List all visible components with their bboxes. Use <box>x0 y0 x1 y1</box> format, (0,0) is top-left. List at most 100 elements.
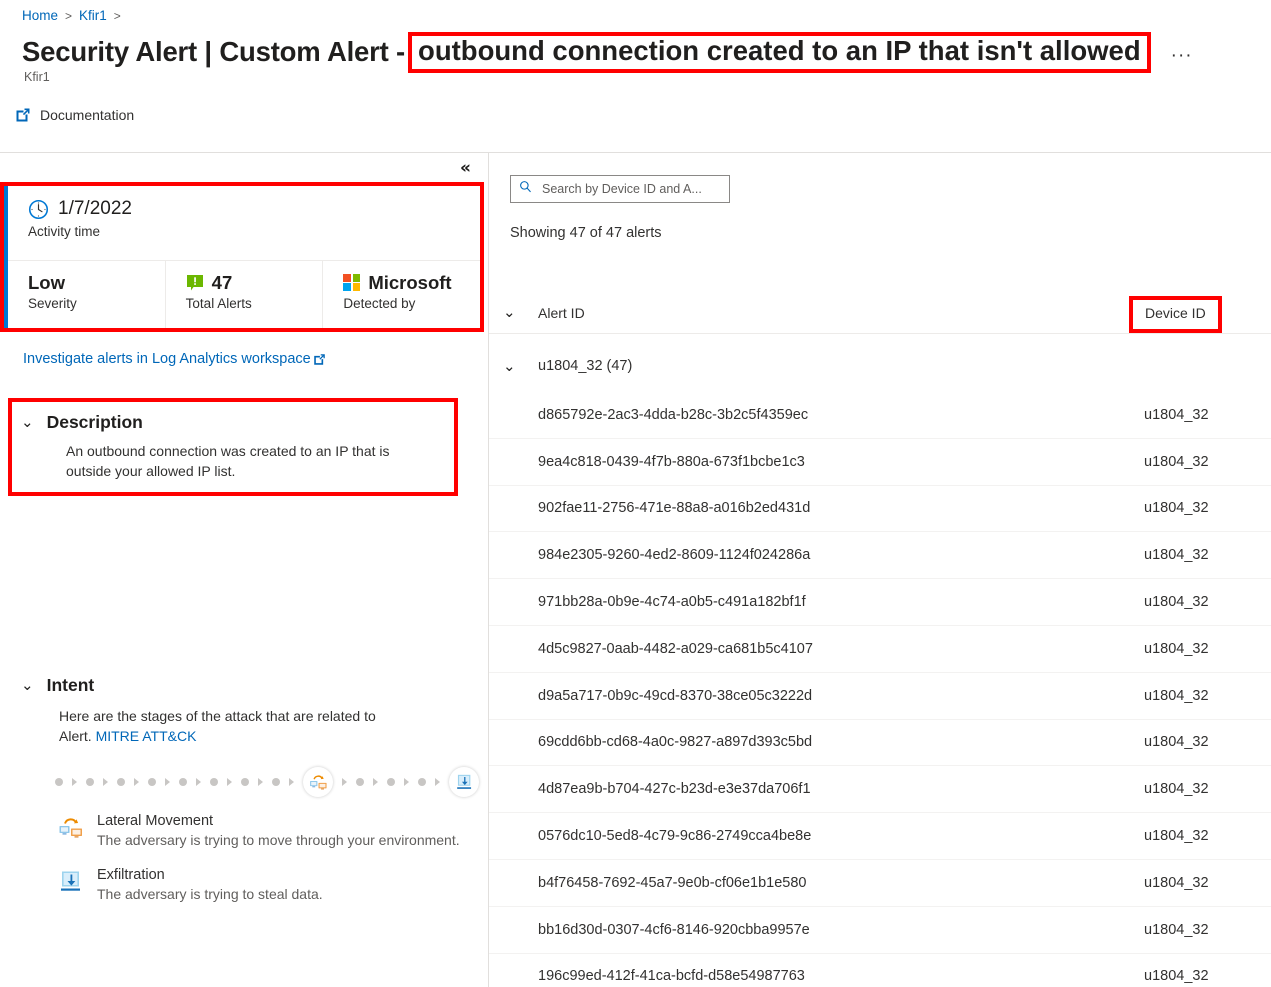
page-title-highlight: outbound connection created to an IP tha… <box>408 32 1151 73</box>
kill-chain-dot <box>418 778 426 786</box>
summary-card-highlight: 1/7/2022 Activity time Low Severity 47 T… <box>0 182 484 332</box>
activity-time-caption: Activity time <box>28 224 101 239</box>
description-section-highlight: ⌄ Description An outbound connection was… <box>8 398 458 496</box>
investigate-alerts-link[interactable]: Investigate alerts in Log Analytics work… <box>23 351 326 370</box>
cell-alert-id: 9ea4c818-0439-4f7b-880a-673f1bcbe1c3 <box>538 453 805 470</box>
kill-chain-arrow-icon <box>72 778 77 786</box>
intent-item-name: Lateral Movement <box>97 813 214 829</box>
lateral-movement-icon <box>58 815 84 841</box>
kill-chain-node-exfiltration-icon[interactable] <box>449 767 479 797</box>
cell-alert-id: 971bb28a-0b9e-4c74-a0b5-c491a182bf1f <box>538 594 806 611</box>
description-body: An outbound connection was created to an… <box>66 443 390 480</box>
chevron-down-icon[interactable]: ⌄ <box>21 678 34 693</box>
kill-chain-dot <box>387 778 395 786</box>
group-label: u1804_32 (47) <box>538 358 633 374</box>
cell-alert-id: 4d87ea9b-b704-427c-b23d-e3e37da706f1 <box>538 781 811 798</box>
severity-caption: Severity <box>28 296 77 312</box>
column-header-device-id[interactable]: Device ID <box>1145 305 1206 321</box>
severity-cell: Low Severity <box>8 261 166 328</box>
breadcrumb: Home > Kfir1 > <box>22 8 121 23</box>
cell-device-id: u1804_32 <box>1144 781 1209 798</box>
search-box[interactable] <box>510 175 730 203</box>
intent-section: ⌄ Intent Here are the stages of the atta… <box>21 675 461 747</box>
intent-body: Here are the stages of the attack that a… <box>59 706 409 747</box>
cell-device-id: u1804_32 <box>1144 734 1209 751</box>
breadcrumb-separator-icon: > <box>65 8 73 23</box>
kill-chain-dot <box>210 778 218 786</box>
table-row[interactable]: 69cdd6bb-cd68-4a0c-9827-a897d393c5bd u180… <box>489 720 1271 767</box>
activity-time-value: 1/7/2022 <box>58 198 132 219</box>
cell-alert-id: 196c99ed-412f-41ca-bcfd-d58e54987763 <box>538 968 805 985</box>
mitre-attack-link[interactable]: MITRE ATT&CK <box>96 728 197 744</box>
table-row[interactable]: 4d87ea9b-b704-427c-b23d-e3e37da706f1 u180… <box>489 766 1271 814</box>
table-row[interactable]: 971bb28a-0b9e-4c74-a0b5-c491a182bf1f u180… <box>489 579 1271 626</box>
search-input[interactable] <box>540 181 721 197</box>
kill-chain-node-lateral-movement-icon[interactable] <box>303 767 333 797</box>
documentation-button[interactable]: Documentation <box>15 107 134 123</box>
cell-device-id: u1804_32 <box>1144 687 1209 704</box>
cell-alert-id: 902fae11-2756-471e-88a8-a016b2ed431d <box>538 500 811 517</box>
table-row[interactable]: 9ea4c818-0439-4f7b-880a-673f1bcbe1c3 u180… <box>489 439 1271 486</box>
external-link-icon <box>15 107 31 123</box>
summary-card: 1/7/2022 Activity time Low Severity 47 T… <box>4 186 480 328</box>
kill-chain-arrow-icon <box>289 778 294 786</box>
activity-time-cell: 1/7/2022 Activity time <box>8 186 480 261</box>
intent-item-exfiltration: Exfiltration The adversary is trying to … <box>58 867 468 905</box>
alerts-table-body: d865792e-2ac3-4dda-b28c-3b2c5f4359ec u180… <box>489 392 1271 987</box>
table-row[interactable]: 902fae11-2756-471e-88a8-a016b2ed431d u180… <box>489 486 1271 533</box>
table-row[interactable]: bb16d30d-0307-4cf6-8146-920cbba9957e u180… <box>489 907 1271 954</box>
chevron-down-icon[interactable]: ⌄ <box>21 415 34 430</box>
alerts-table-header: ⌄ Alert ID Device ID <box>489 294 1271 334</box>
kill-chain-arrow-icon <box>342 778 347 786</box>
detected-by-cell: Microsoft Detected by <box>323 261 480 328</box>
kill-chain-arrow-icon <box>373 778 378 786</box>
kill-chain-dot <box>272 778 280 786</box>
cell-alert-id: d865792e-2ac3-4dda-b28c-3b2c5f4359ec <box>538 406 809 423</box>
security-alert-page: Home > Kfir1 > Security Alert | Custom A… <box>0 0 1271 987</box>
more-options-button[interactable]: ··· <box>1171 45 1193 73</box>
kill-chain-arrow-icon <box>435 778 440 786</box>
kill-chain-dot <box>117 778 125 786</box>
table-row[interactable]: 196c99ed-412f-41ca-bcfd-d58e54987763 u180… <box>489 954 1271 987</box>
table-row[interactable]: d865792e-2ac3-4dda-b28c-3b2c5f4359ec u180… <box>489 392 1271 439</box>
search-icon <box>519 180 532 198</box>
clock-icon <box>28 199 49 220</box>
breadcrumb-item-kfir1[interactable]: Kfir1 <box>79 8 107 23</box>
kill-chain-dot <box>241 778 249 786</box>
table-row[interactable]: d9a5a717-0b9c-49cd-8370-38ce05c3222d u180… <box>489 673 1271 720</box>
collapse-pane-button[interactable]: « <box>460 158 471 178</box>
column-header-alert-id[interactable]: Alert ID <box>538 305 585 321</box>
investigate-link-label: Investigate alerts in Log Analytics work… <box>23 351 311 367</box>
breadcrumb-item-home[interactable]: Home <box>22 8 58 23</box>
table-row[interactable]: 984e2305-9260-4ed2-8609-1124f024286a u180… <box>489 532 1271 580</box>
kill-chain-dot <box>179 778 187 786</box>
table-row[interactable]: 4d5c9827-0aab-4482-a029-ca681b5c4107 u180… <box>489 626 1271 673</box>
cell-device-id: u1804_32 <box>1144 921 1209 938</box>
alerts-group-row[interactable]: ⌄ u1804_32 (47) <box>489 343 1271 389</box>
intent-title: Intent <box>46 675 95 695</box>
table-row[interactable]: b4f76458-7692-45a7-9e0b-cf06e1b1e580 u180… <box>489 860 1271 907</box>
cell-device-id: u1804_32 <box>1144 406 1209 423</box>
intent-item-name: Exfiltration <box>97 866 165 883</box>
cell-device-id: u1804_32 <box>1144 594 1209 611</box>
description-section: ⌄ Description An outbound connection was… <box>12 402 454 482</box>
page-title-row: Security Alert | Custom Alert - outbound… <box>22 32 1252 73</box>
cell-alert-id: 69cdd6bb-cd68-4a0c-9827-a897d393c5bd <box>538 734 813 751</box>
description-title: Description <box>46 412 143 432</box>
microsoft-logo-icon <box>343 274 361 292</box>
table-row[interactable]: 0576dc10-5ed8-4c79-9c86-2749cca4be8e u180… <box>489 813 1271 860</box>
kill-chain-arrow-icon <box>103 778 108 786</box>
expand-all-chevron-icon[interactable]: ⌄ <box>503 305 516 320</box>
total-alerts-caption: Total Alerts <box>185 296 252 312</box>
intent-item-lateral-movement: Lateral Movement The adversary is trying… <box>58 813 468 851</box>
cell-alert-id: 4d5c9827-0aab-4482-a029-ca681b5c4107 <box>538 640 813 657</box>
detected-by-caption: Detected by <box>343 296 416 312</box>
group-chevron-down-icon[interactable]: ⌄ <box>503 358 516 374</box>
cell-alert-id: d9a5a717-0b9c-49cd-8370-38ce05c3222d <box>538 687 813 704</box>
kill-chain-arrow-icon <box>258 778 263 786</box>
kill-chain-arrow-icon <box>134 778 139 786</box>
alert-callout-icon <box>186 274 204 292</box>
cell-device-id: u1804_32 <box>1144 640 1209 657</box>
alerts-count-status: Showing 47 of 47 alerts <box>510 225 662 241</box>
cell-device-id: u1804_32 <box>1144 547 1209 564</box>
